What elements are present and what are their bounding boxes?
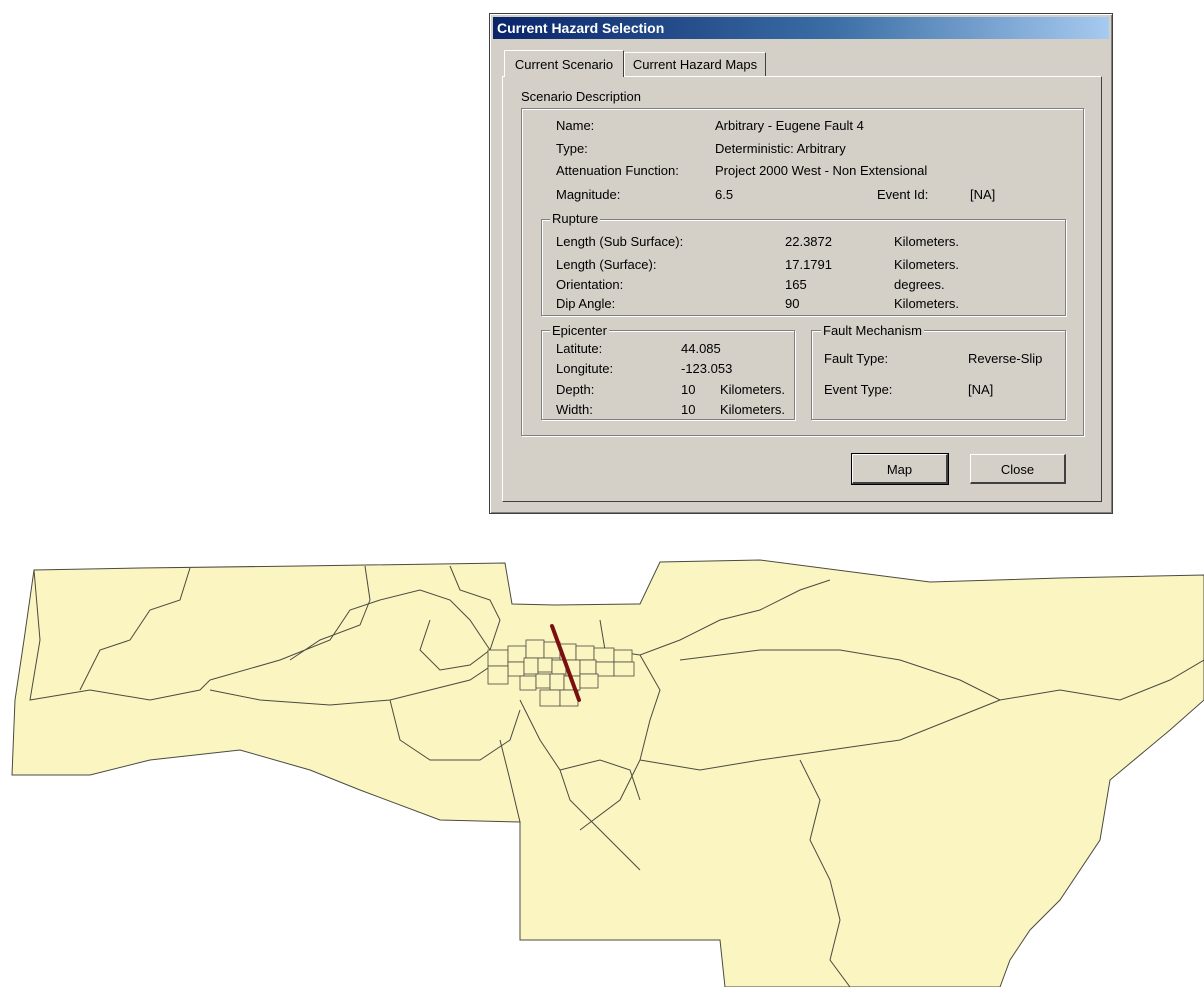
rupture-row-unit: Kilometers. xyxy=(894,296,960,311)
epicenter-row-value: 10 xyxy=(681,382,696,397)
county-map xyxy=(11,559,1204,987)
rupture-row-label: Dip Angle: xyxy=(556,296,616,311)
fault-mechanism-label: Fault Mechanism xyxy=(821,323,924,338)
rupture-row-label: Length (Sub Surface): xyxy=(556,234,684,249)
close-button[interactable]: Close xyxy=(970,454,1066,484)
epicenter-row-unit: Kilometers. xyxy=(720,402,786,417)
map-outline xyxy=(11,559,1204,987)
tab-current-hazard-maps[interactable]: Current Hazard Maps xyxy=(624,52,766,76)
magnitude-label: Magnitude: xyxy=(556,187,621,202)
magnitude-value: 6.5 xyxy=(715,187,734,202)
event-type-value: [NA] xyxy=(968,382,994,397)
event-id-value: [NA] xyxy=(970,187,996,202)
epicenter-label: Epicenter xyxy=(550,323,609,338)
rupture-row-value: 17.1791 xyxy=(785,257,832,272)
tab-panel: Scenario Description Name: Arbitrary - E… xyxy=(502,76,1102,502)
fault-type-label: Fault Type: xyxy=(824,351,889,366)
epicenter-row-unit: Kilometers. xyxy=(720,382,786,397)
scenario-description-label: Scenario Description xyxy=(519,89,643,104)
name-value: Arbitrary - Eugene Fault 4 xyxy=(715,118,864,133)
rupture-row-label: Length (Surface): xyxy=(556,257,657,272)
map-button[interactable]: Map xyxy=(851,453,949,485)
rupture-row-label: Orientation: xyxy=(556,277,624,292)
rupture-row-value: 165 xyxy=(785,277,807,292)
rupture-row-unit: degrees. xyxy=(894,277,945,292)
hazard-dialog: Current Hazard Selection Current Hazard … xyxy=(489,13,1113,514)
fault-type-value: Reverse-Slip xyxy=(968,351,1043,366)
rupture-row-value: 22.3872 xyxy=(785,234,832,249)
rupture-row-unit: Kilometers. xyxy=(894,234,960,249)
rupture-label: Rupture xyxy=(550,211,601,226)
dialog-title: Current Hazard Selection xyxy=(497,20,665,36)
rupture-row-value: 90 xyxy=(785,296,800,311)
epicenter-row-label: Width: xyxy=(556,402,593,417)
title-bar[interactable]: Current Hazard Selection xyxy=(493,17,1109,39)
event-type-label: Event Type: xyxy=(824,382,893,397)
map-regions xyxy=(11,559,1204,987)
epicenter-row-label: Latitute: xyxy=(556,341,603,356)
tab-current-scenario[interactable]: Current Scenario xyxy=(504,50,624,77)
fault-mechanism-group xyxy=(811,330,1066,420)
rupture-row-unit: Kilometers. xyxy=(894,257,960,272)
name-label: Name: xyxy=(556,118,595,133)
type-value: Deterministic: Arbitrary xyxy=(715,141,846,156)
event-id-label: Event Id: xyxy=(877,187,929,202)
epicenter-row-value: 10 xyxy=(681,402,696,417)
attenuation-value: Project 2000 West - Non Extensional xyxy=(715,163,928,178)
epicenter-row-label: Depth: xyxy=(556,382,595,397)
epicenter-row-label: Longitute: xyxy=(556,361,614,376)
epicenter-row-value: -123.053 xyxy=(681,361,733,376)
attenuation-label: Attenuation Function: xyxy=(556,163,679,178)
epicenter-row-value: 44.085 xyxy=(681,341,721,356)
type-label: Type: xyxy=(556,141,588,156)
